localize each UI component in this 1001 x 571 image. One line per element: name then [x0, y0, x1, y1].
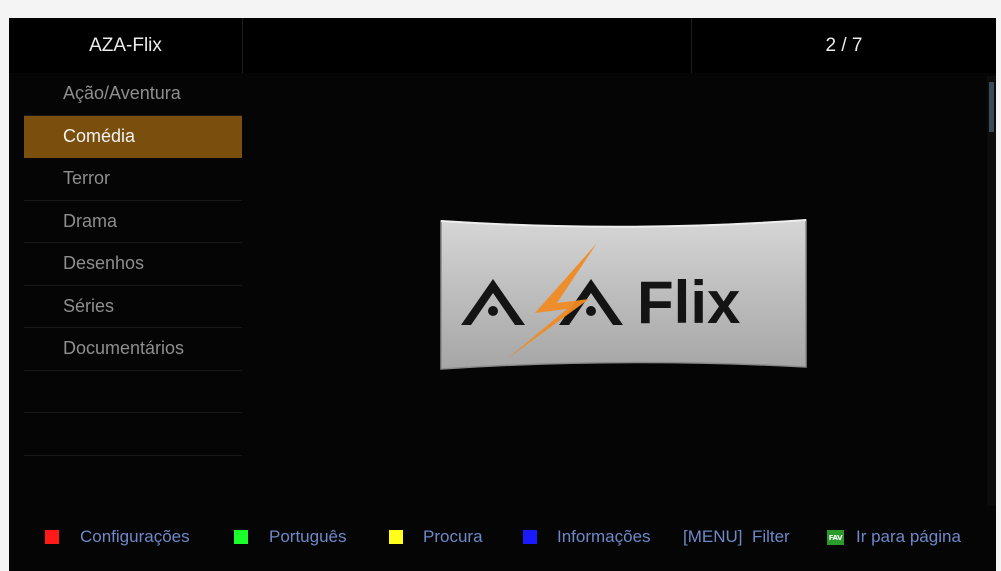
menu-item-label: Ação/Aventura — [63, 83, 181, 104]
menu-item-desenhos[interactable]: Desenhos — [24, 243, 242, 286]
aza-flix-logo: Flix — [440, 219, 807, 370]
menu-item-drama[interactable]: Drama — [24, 201, 242, 243]
info-label[interactable]: Informações — [557, 525, 651, 549]
language-label[interactable]: Português — [269, 525, 347, 549]
menu-item-label: Séries — [63, 295, 115, 316]
go-to-page-label[interactable]: Ir para página — [856, 525, 961, 549]
menu-item-label: Comédia — [63, 125, 136, 146]
search-label[interactable]: Procura — [423, 525, 483, 549]
menu-item-terror[interactable]: Terror — [24, 158, 242, 201]
menu-item-empty — [24, 456, 242, 499]
scrollbar-thumb[interactable] — [989, 82, 994, 132]
yellow-key-icon — [389, 530, 403, 544]
settings-label[interactable]: Configurações — [80, 525, 190, 549]
red-key-icon — [45, 530, 59, 544]
menu-item-acao-aventura[interactable]: Ação/Aventura — [24, 73, 242, 116]
header-bar: AZA-Flix 2 / 7 — [9, 18, 996, 73]
app-title: AZA-Flix — [9, 18, 243, 73]
scrollbar[interactable] — [987, 76, 996, 506]
menu-item-empty — [24, 413, 242, 456]
page-indicator: 2 / 7 — [825, 34, 863, 56]
menu-item-label: Terror — [63, 168, 111, 189]
menu-item-comedia[interactable]: Comédia — [24, 115, 242, 158]
tv-screen: AZA-Flix 2 / 7 Ação/Aventura Comédia Ter… — [9, 18, 996, 571]
menu-filter-label[interactable]: [MENU] Filter — [683, 525, 790, 549]
header-spacer — [243, 18, 692, 73]
fav-key-icon: FAV — [827, 530, 844, 545]
menu-item-label: Drama — [63, 210, 118, 231]
menu-item-series[interactable]: Séries — [24, 286, 242, 328]
category-menu: Ação/Aventura Comédia Terror Drama Desen… — [24, 73, 242, 498]
blue-key-icon — [523, 530, 537, 544]
green-key-icon — [234, 530, 248, 544]
menu-item-documentarios[interactable]: Documentários — [24, 328, 242, 371]
logo-text: Flix — [637, 269, 740, 336]
menu-item-label: Desenhos — [63, 253, 145, 274]
menu-item-empty — [24, 371, 242, 413]
menu-item-label: Documentários — [63, 338, 185, 359]
